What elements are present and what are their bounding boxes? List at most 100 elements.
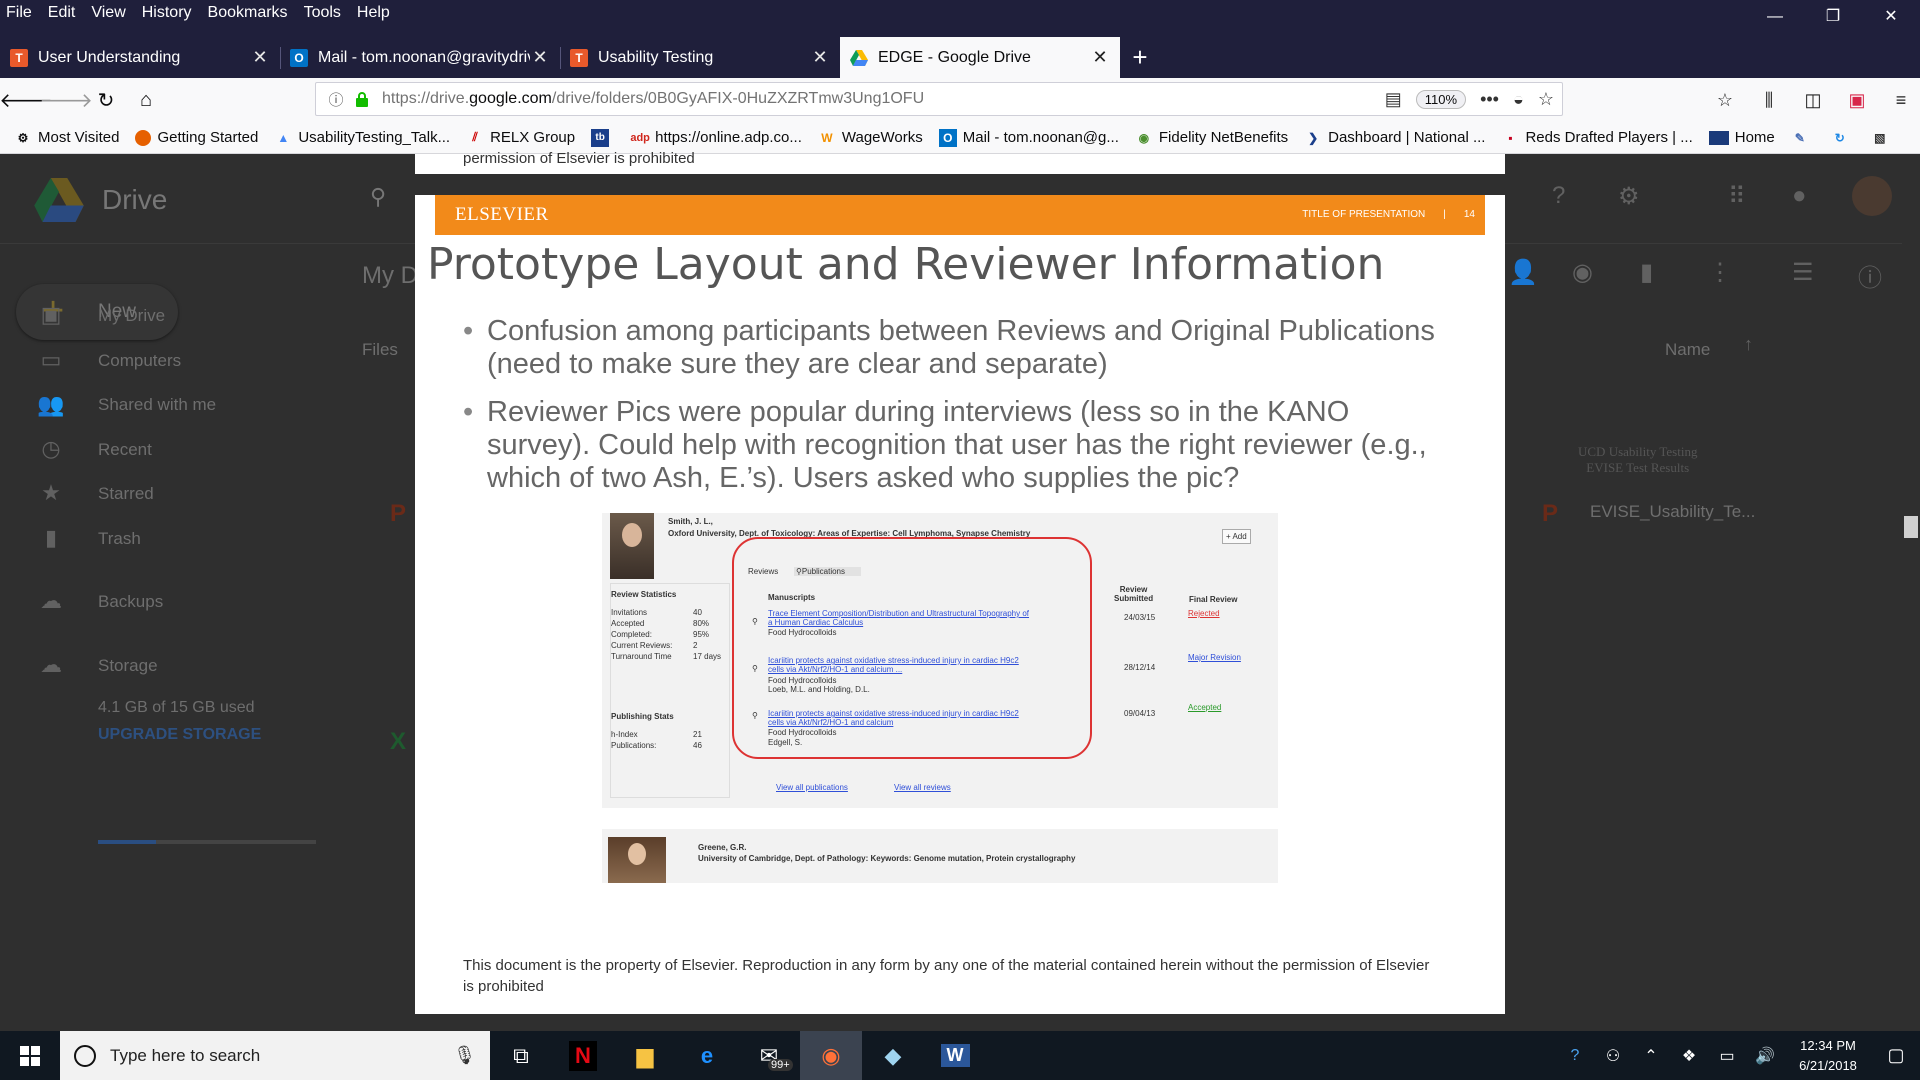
sidebar-icon[interactable]: ◫	[1802, 90, 1824, 111]
bookmark-most-visited[interactable]: ⚙ Most Visited	[14, 129, 120, 147]
battery-icon[interactable]: ▭	[1708, 1046, 1746, 1066]
notes-app-icon[interactable]: ◆	[862, 1031, 924, 1080]
task-view-icon[interactable]: ⧉	[490, 1031, 552, 1080]
volume-icon[interactable]: 🔊	[1746, 1046, 1784, 1066]
pocket-icon[interactable]: ◒	[1513, 89, 1524, 110]
clock[interactable]: 12:34 PM 6/21/2018	[1784, 1036, 1872, 1076]
manuscript-link[interactable]: cells via Akt/Nrf2/HO-1 and calcium	[768, 718, 893, 727]
scrollbar-thumb[interactable]	[1904, 516, 1918, 538]
pocket-save-icon[interactable]: ▣	[1846, 90, 1868, 111]
bookmark-fidelity[interactable]: ◉ Fidelity NetBenefits	[1135, 129, 1288, 147]
forward-icon[interactable]: 🡒	[39, 82, 93, 118]
edge-icon[interactable]: e	[676, 1031, 738, 1080]
minimize-button[interactable]: —	[1746, 0, 1804, 34]
url-bar[interactable]: ⓘ https://drive.google.com/drive/folders…	[315, 82, 1563, 116]
menu-view[interactable]: View	[83, 0, 133, 26]
microphone-icon[interactable]: 🎙	[453, 1045, 476, 1066]
mail-app-icon[interactable]: ✉ 99+	[738, 1031, 800, 1080]
bookmark-adp[interactable]: adp https://online.adp.co...	[630, 129, 802, 147]
name-column-header[interactable]: Name	[1665, 340, 1710, 360]
tab-close-icon[interactable]: ✕	[530, 47, 550, 68]
bookmark-extra-2[interactable]: ↻	[1831, 129, 1855, 147]
info-icon[interactable]: ⓘ	[324, 89, 348, 110]
starred-bookmarks-icon[interactable]: ☆	[1714, 90, 1736, 111]
view-all-reviews-link[interactable]: View all reviews	[894, 783, 951, 792]
library-icon[interactable]: ⫼	[1758, 90, 1780, 111]
tab-close-icon[interactable]: ✕	[810, 47, 830, 68]
menu-help[interactable]: Help	[349, 0, 398, 26]
sidebar-item-my-drive[interactable]: My Drive	[98, 306, 165, 326]
bookmark-home[interactable]: Home	[1708, 129, 1775, 146]
sidebar-item-computers[interactable]: Computers	[98, 351, 181, 371]
bookmark-mail[interactable]: O Mail - tom.noonan@g...	[938, 128, 1119, 147]
preview-eye-icon[interactable]: ◉	[1572, 258, 1593, 287]
bookmark-app[interactable]: tb	[591, 128, 615, 147]
tab-reviews[interactable]: Reviews	[748, 567, 778, 576]
more-vert-icon[interactable]: ⋮	[1708, 258, 1732, 287]
people-icon[interactable]: ⚇	[1594, 1046, 1632, 1066]
manuscript-link[interactable]: cells via Akt/Nrf2/HO-1 and calcium ...	[768, 665, 902, 674]
bookmark-getting-started[interactable]: Getting Started	[135, 129, 258, 146]
word-icon[interactable]: W	[924, 1031, 986, 1080]
add-button[interactable]: + Add	[1222, 529, 1251, 544]
tab-close-icon[interactable]: ✕	[250, 47, 270, 68]
reader-view-icon[interactable]: ▤	[1385, 89, 1402, 110]
breadcrumb[interactable]: My D	[362, 262, 418, 290]
bookmark-extra-3[interactable]: ▧	[1871, 129, 1895, 147]
show-hidden-icons-icon[interactable]: ⌃	[1632, 1046, 1670, 1066]
netflix-icon[interactable]: N	[552, 1031, 614, 1080]
menu-icon[interactable]: ≡	[1890, 90, 1912, 111]
bookmark-dashboard[interactable]: ❯ Dashboard | National ...	[1304, 129, 1485, 147]
sidebar-item-backups[interactable]: Backups	[98, 592, 163, 612]
manuscript-link[interactable]: Icariitin protects against oxidative str…	[768, 656, 1019, 665]
list-view-icon[interactable]: ☰	[1792, 258, 1814, 287]
menu-tools[interactable]: Tools	[296, 0, 349, 26]
menu-bookmarks[interactable]: Bookmarks	[200, 0, 296, 26]
details-info-icon[interactable]: ⓘ	[1858, 258, 1882, 293]
sidebar-item-shared[interactable]: Shared with me	[98, 395, 216, 415]
file-explorer-icon[interactable]: ▆	[614, 1031, 676, 1080]
action-center-icon[interactable]: ▢	[1872, 1045, 1920, 1066]
windows-start-icon[interactable]	[0, 1031, 60, 1080]
firefox-icon[interactable]: ◉	[800, 1031, 862, 1080]
bookmark-usability-testing[interactable]: ▲ UsabilityTesting_Talk...	[274, 129, 450, 147]
bookmark-reds[interactable]: ▪ Reds Drafted Players | ...	[1501, 129, 1692, 147]
bookmark-star-icon[interactable]: ☆	[1538, 89, 1554, 110]
apps-grid-icon[interactable]: ⠿	[1728, 182, 1746, 211]
manuscript-link[interactable]: Icariitin protects against oxidative str…	[768, 709, 1019, 718]
sort-arrow-icon[interactable]: ↑	[1744, 334, 1753, 355]
sidebar-item-recent[interactable]: Recent	[98, 440, 152, 460]
dropbox-icon[interactable]: ❖	[1670, 1046, 1708, 1066]
sidebar-item-storage[interactable]: Storage	[98, 656, 158, 676]
scrollbar[interactable]	[1902, 154, 1920, 1031]
home-icon[interactable]: ⌂	[126, 82, 166, 118]
notifications-icon[interactable]: ●	[1792, 182, 1807, 210]
tab-edge-google-drive[interactable]: EDGE - Google Drive ✕	[840, 37, 1120, 78]
upgrade-storage-link[interactable]: UPGRADE STORAGE	[98, 726, 261, 744]
tab-publications[interactable]: ⚲Publications	[794, 567, 861, 576]
avatar[interactable]	[1852, 176, 1892, 216]
bookmark-extra[interactable]: ✎	[1791, 129, 1815, 147]
zoom-level[interactable]: 110%	[1415, 89, 1467, 109]
url-text[interactable]: https://drive.google.com/drive/folders/0…	[382, 90, 924, 108]
sidebar-item-trash[interactable]: Trash	[98, 529, 141, 549]
tab-close-icon[interactable]: ✕	[1090, 47, 1110, 68]
menu-history[interactable]: History	[134, 0, 200, 26]
tab-user-understanding[interactable]: T User Understanding ✕	[0, 37, 280, 78]
manuscript-link[interactable]: a Human Cardiac Calculus	[768, 618, 863, 627]
tab-mail[interactable]: O Mail - tom.noonan@gravitydriv ✕	[280, 37, 560, 78]
trash-toolbar-icon[interactable]: ▮	[1640, 258, 1653, 287]
search-icon[interactable]: ⚲	[370, 184, 386, 210]
close-window-button[interactable]: ✕	[1862, 0, 1920, 34]
menu-file[interactable]: File	[0, 0, 40, 26]
reload-icon[interactable]: ↻	[86, 82, 126, 118]
help-tray-icon[interactable]: ?	[1556, 1047, 1594, 1065]
lock-icon[interactable]	[352, 91, 372, 107]
add-person-icon[interactable]: 👤	[1508, 258, 1538, 287]
sidebar-item-starred[interactable]: Starred	[98, 484, 154, 504]
page-actions-icon[interactable]: •••	[1480, 89, 1499, 110]
bookmark-relx[interactable]: ⫽ RELX Group	[466, 129, 575, 147]
taskbar-search[interactable]: Type here to search 🎙	[60, 1031, 490, 1080]
restore-button[interactable]: ❐	[1804, 0, 1862, 34]
bookmark-wageworks[interactable]: W WageWorks	[818, 129, 923, 147]
